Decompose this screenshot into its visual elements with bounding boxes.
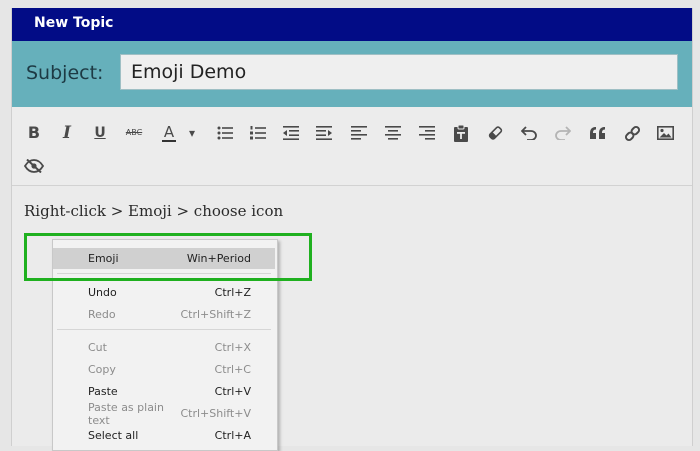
align-center-button[interactable] bbox=[380, 121, 406, 145]
text-caret bbox=[24, 243, 25, 259]
outdent-icon bbox=[283, 126, 299, 140]
menu-item-label: Select all bbox=[88, 429, 139, 442]
undo-button[interactable] bbox=[516, 121, 542, 145]
subject-row: Subject: bbox=[12, 41, 692, 107]
menu-item-copy[interactable]: Copy Ctrl+C bbox=[53, 359, 275, 380]
quote-button[interactable] bbox=[585, 121, 611, 145]
menu-item-label: Redo bbox=[88, 308, 116, 321]
underline-icon: U bbox=[94, 125, 106, 141]
undo-icon bbox=[521, 126, 537, 140]
link-icon bbox=[624, 125, 640, 141]
menu-item-paste[interactable]: Paste Ctrl+V bbox=[53, 381, 275, 402]
font-color-icon: A bbox=[161, 122, 177, 142]
menu-item-label: Paste as plain text bbox=[88, 400, 164, 427]
menu-item-shortcut: Win+Period bbox=[186, 252, 251, 265]
menu-item-shortcut: Ctrl+V bbox=[214, 385, 251, 398]
underline-button[interactable]: U bbox=[87, 121, 113, 145]
italic-icon: I bbox=[63, 122, 71, 143]
menu-item-label: Emoji bbox=[88, 252, 119, 265]
italic-button[interactable]: I bbox=[54, 121, 80, 145]
menu-item-shortcut: Ctrl+C bbox=[214, 363, 251, 376]
bold-button[interactable]: B bbox=[21, 121, 47, 145]
formatting-toolbar: B I U ABC A ▾ bbox=[12, 107, 692, 186]
redo-icon bbox=[555, 126, 571, 140]
menu-item-label: Undo bbox=[88, 286, 117, 299]
paste-button[interactable] bbox=[448, 121, 474, 145]
menu-item-shortcut: Ctrl+A bbox=[214, 429, 251, 442]
indent-icon bbox=[316, 126, 332, 140]
hide-button[interactable] bbox=[21, 154, 47, 178]
eye-slash-icon bbox=[24, 159, 44, 173]
font-color-button[interactable]: A bbox=[156, 121, 182, 145]
font-color-dropdown-icon: ▾ bbox=[188, 126, 196, 140]
menu-item-label: Cut bbox=[88, 341, 107, 354]
menu-item-redo[interactable]: Redo Ctrl+Shift+Z bbox=[53, 304, 275, 325]
editor-text: Right-click > Emoji > choose icon bbox=[24, 202, 284, 220]
menu-item-shortcut: Ctrl+Shift+V bbox=[180, 407, 251, 420]
numbered-list-icon bbox=[250, 126, 266, 140]
eraser-button[interactable] bbox=[482, 121, 508, 145]
menu-item-undo[interactable]: Undo Ctrl+Z bbox=[53, 282, 275, 303]
quote-icon bbox=[590, 127, 605, 139]
align-right-button[interactable] bbox=[414, 121, 440, 145]
subject-label: Subject: bbox=[26, 62, 104, 84]
indent-button[interactable] bbox=[311, 121, 337, 145]
menu-item-shortcut: Ctrl+Shift+Z bbox=[180, 308, 251, 321]
menu-item-shortcut: Ctrl+Z bbox=[214, 286, 251, 299]
menu-item-emoji[interactable]: Emoji Win+Period bbox=[53, 248, 275, 269]
menu-item-paste-plain-text[interactable]: Paste as plain text Ctrl+Shift+V bbox=[53, 400, 275, 427]
eraser-icon bbox=[488, 126, 502, 140]
image-icon bbox=[656, 126, 674, 140]
align-center-icon bbox=[385, 126, 401, 140]
redo-button[interactable] bbox=[550, 121, 576, 145]
paste-icon bbox=[454, 124, 468, 142]
menu-separator bbox=[57, 329, 271, 330]
align-left-button[interactable] bbox=[346, 121, 372, 145]
bulleted-list-icon bbox=[217, 126, 233, 140]
font-color-dropdown[interactable]: ▾ bbox=[182, 121, 202, 145]
outdent-button[interactable] bbox=[278, 121, 304, 145]
bold-icon: B bbox=[27, 123, 41, 142]
numbered-list-button[interactable] bbox=[245, 121, 271, 145]
image-button[interactable] bbox=[652, 121, 678, 145]
menu-separator bbox=[57, 273, 271, 274]
link-button[interactable] bbox=[619, 121, 645, 145]
menu-item-cut[interactable]: Cut Ctrl+X bbox=[53, 337, 275, 358]
title-bar: New Topic bbox=[12, 8, 692, 41]
menu-item-label: Paste bbox=[88, 385, 118, 398]
context-menu: Emoji Win+Period Undo Ctrl+Z Redo Ctrl+S… bbox=[52, 239, 278, 451]
menu-item-label: Copy bbox=[88, 363, 116, 376]
menu-item-select-all[interactable]: Select all Ctrl+A bbox=[53, 425, 275, 446]
subject-input[interactable] bbox=[120, 54, 678, 90]
menu-item-shortcut: Ctrl+X bbox=[214, 341, 251, 354]
window-title: New Topic bbox=[34, 15, 114, 31]
strikethrough-icon: ABC bbox=[125, 128, 143, 137]
align-left-icon bbox=[351, 126, 367, 140]
strikethrough-button[interactable]: ABC bbox=[121, 121, 147, 145]
bulleted-list-button[interactable] bbox=[212, 121, 238, 145]
align-right-icon bbox=[419, 126, 435, 140]
